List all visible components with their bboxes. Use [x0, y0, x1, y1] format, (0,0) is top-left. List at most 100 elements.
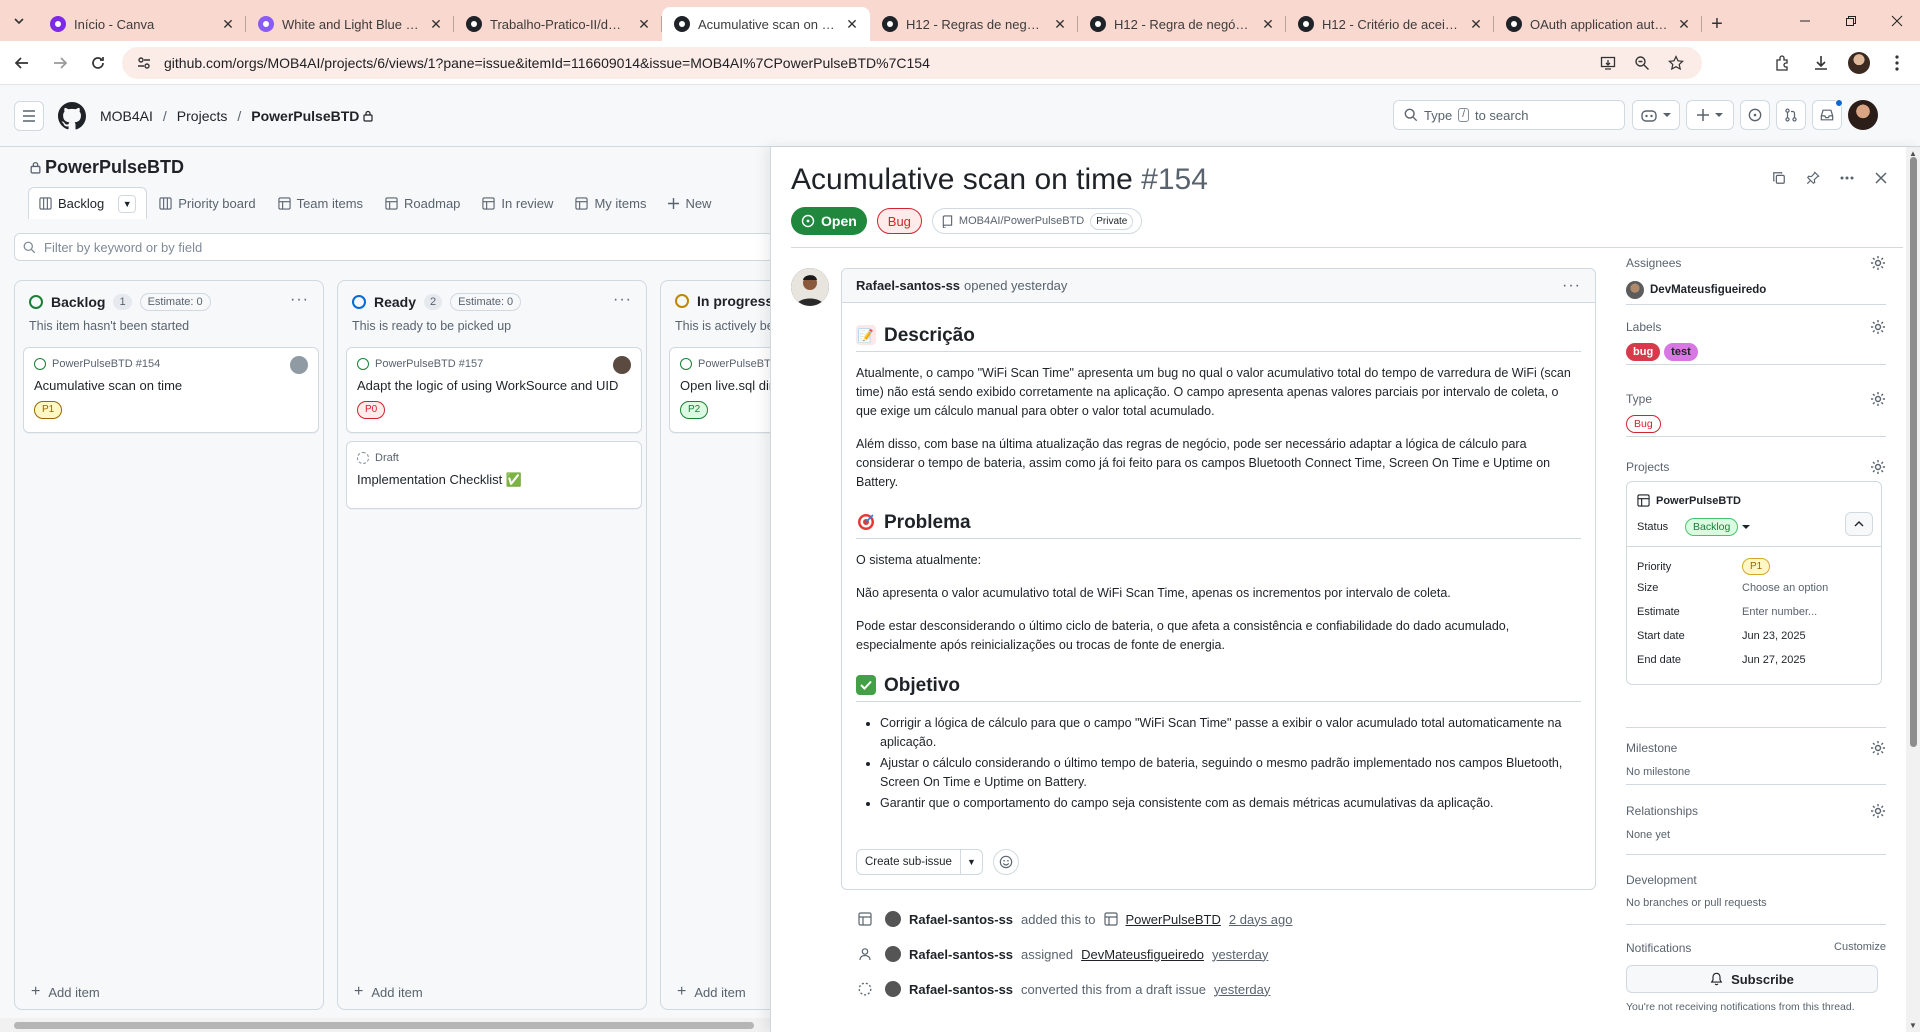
actor-avatar[interactable] [885, 946, 901, 962]
add-item-button[interactable]: + Add item [31, 983, 100, 1001]
timeline-time[interactable]: yesterday [1212, 947, 1268, 962]
browser-menu-icon[interactable] [1880, 47, 1914, 79]
restore-icon[interactable] [1828, 0, 1874, 41]
gear-icon[interactable] [1870, 319, 1886, 335]
status-row[interactable]: Status Backlog [1637, 518, 1751, 536]
close-tab-icon[interactable]: ✕ [220, 16, 236, 32]
close-window-icon[interactable] [1874, 0, 1920, 41]
comment-menu-icon[interactable]: ··· [1562, 277, 1581, 295]
gear-icon[interactable] [1870, 803, 1886, 819]
close-tab-icon[interactable]: ✕ [428, 16, 444, 32]
timeline-time[interactable]: yesterday [1214, 982, 1270, 997]
project-field-row[interactable]: Start date Jun 23, 2025 [1637, 630, 1806, 642]
forward-icon[interactable] [44, 47, 76, 79]
horizontal-scrollbar[interactable] [0, 1018, 770, 1032]
copilot-button[interactable] [1632, 100, 1680, 130]
assignee-avatar[interactable] [290, 356, 308, 374]
create-sub-issue-button[interactable]: Create sub-issue ▼ [856, 849, 983, 875]
column-menu-icon[interactable]: ··· [613, 291, 632, 309]
gear-icon[interactable] [1870, 459, 1886, 475]
tab-search-icon[interactable] [0, 0, 38, 41]
chevron-down-icon[interactable]: ▼ [118, 194, 137, 213]
column-menu-icon[interactable]: ··· [290, 291, 309, 309]
browser-tab[interactable]: OAuth application author ✕ [1494, 7, 1702, 41]
more-options-icon[interactable] [1836, 167, 1858, 189]
breadcrumb-projects[interactable]: Projects [177, 108, 228, 124]
close-tab-icon[interactable]: ✕ [1468, 16, 1484, 32]
browser-tab[interactable]: White and Light Blue Prof ✕ [246, 7, 454, 41]
add-reaction-icon[interactable] [992, 849, 1019, 875]
breadcrumb-project[interactable]: PowerPulseBTD [251, 108, 359, 124]
view-tab[interactable]: Team items [268, 187, 373, 219]
add-item-button[interactable]: + Add item [677, 983, 746, 1001]
view-tab[interactable]: Backlog ▼ [28, 187, 148, 219]
repo-badge[interactable]: MOB4AI/PowerPulseBTD Private [931, 208, 1143, 234]
close-tab-icon[interactable]: ✕ [844, 16, 860, 32]
customize-link[interactable]: Customize [1834, 941, 1886, 955]
timeline-target[interactable]: PowerPulseBTD [1126, 912, 1221, 927]
browser-tab[interactable]: H12 - Critério de aceitaçã ✕ [1286, 7, 1494, 41]
copy-link-icon[interactable] [1768, 167, 1790, 189]
project-field-row[interactable]: Priority P1 [1637, 558, 1774, 575]
card-title[interactable]: Implementation Checklist ✅ [357, 472, 631, 488]
github-search-input[interactable]: Type / to search [1393, 100, 1625, 130]
timeline-actor[interactable]: Rafael-santos-ss [909, 912, 1013, 927]
card-title[interactable]: Adapt the logic of using WorkSource and … [357, 378, 631, 393]
comment-author[interactable]: Rafael-santos-ss [856, 278, 960, 293]
issue-type-badge[interactable]: Bug [876, 208, 922, 234]
back-icon[interactable] [6, 47, 38, 79]
timeline-actor[interactable]: Rafael-santos-ss [909, 982, 1013, 997]
assignee-avatar[interactable] [613, 356, 631, 374]
board-card[interactable]: PowerPulseBTD #157 Adapt the logic of usi… [346, 347, 642, 433]
zoom-icon[interactable] [1630, 51, 1654, 75]
browser-tab[interactable]: H12 - Regras de negócio, ✕ [870, 7, 1078, 41]
scrollbar-thumb[interactable] [1910, 157, 1917, 747]
install-app-icon[interactable] [1596, 51, 1620, 75]
project-field-row[interactable]: Estimate Enter number... [1637, 606, 1817, 618]
user-avatar[interactable] [1848, 100, 1878, 130]
label-chip[interactable]: test [1664, 343, 1698, 361]
pull-requests-icon[interactable] [1776, 100, 1806, 130]
issues-icon[interactable] [1740, 100, 1770, 130]
type-value[interactable]: Bug [1626, 415, 1661, 433]
actor-avatar[interactable] [885, 981, 901, 997]
actor-avatar[interactable] [885, 911, 901, 927]
hamburger-menu-icon[interactable] [14, 100, 44, 131]
view-tab[interactable]: Priority board [149, 187, 265, 219]
view-tab[interactable]: New [658, 187, 721, 219]
minimize-icon[interactable] [1782, 0, 1828, 41]
view-tab[interactable]: My items [565, 187, 656, 219]
assignee-avatar[interactable] [1626, 281, 1644, 299]
gear-icon[interactable] [1870, 255, 1886, 271]
profile-avatar-icon[interactable] [1842, 47, 1876, 79]
add-item-button[interactable]: + Add item [354, 983, 423, 1001]
site-info-icon[interactable] [136, 55, 152, 71]
github-logo-icon[interactable] [58, 101, 86, 130]
downloads-icon[interactable] [1804, 47, 1838, 79]
collapse-chevron-icon[interactable] [1845, 512, 1873, 536]
new-tab-button[interactable]: + [1702, 7, 1732, 41]
inbox-icon[interactable] [1812, 99, 1843, 130]
reload-icon[interactable] [82, 47, 114, 79]
close-pane-icon[interactable] [1870, 167, 1892, 189]
close-tab-icon[interactable]: ✕ [1260, 16, 1276, 32]
browser-tab[interactable]: Acumulative scan on time ✕ [662, 7, 870, 41]
project-row[interactable]: PowerPulseBTD [1637, 494, 1741, 507]
browser-tab[interactable]: H12 - Regra de negócio, I ✕ [1078, 7, 1286, 41]
browser-tab[interactable]: Trabalho-Pratico-II/docs/2 ✕ [454, 7, 662, 41]
board-card[interactable]: Draft Implementation Checklist ✅ [346, 441, 642, 509]
board-card[interactable]: PowerPulseBTD #154 Acumulative scan on ti… [23, 347, 319, 433]
close-tab-icon[interactable]: ✕ [1052, 16, 1068, 32]
project-field-row[interactable]: End date Jun 27, 2025 [1637, 654, 1806, 666]
chevron-down-icon[interactable]: ▼ [959, 850, 982, 874]
gear-icon[interactable] [1870, 740, 1886, 756]
card-title[interactable]: Acumulative scan on time [34, 378, 308, 393]
timeline-actor[interactable]: Rafael-santos-ss [909, 947, 1013, 962]
breadcrumb-org[interactable]: MOB4AI [100, 108, 153, 124]
assignee-name[interactable]: DevMateusfigueiredo [1650, 284, 1766, 296]
author-avatar[interactable] [791, 268, 829, 306]
label-chip[interactable]: bug [1626, 343, 1661, 361]
close-tab-icon[interactable]: ✕ [1676, 16, 1692, 32]
bookmark-star-icon[interactable] [1664, 51, 1688, 75]
close-tab-icon[interactable]: ✕ [636, 16, 652, 32]
